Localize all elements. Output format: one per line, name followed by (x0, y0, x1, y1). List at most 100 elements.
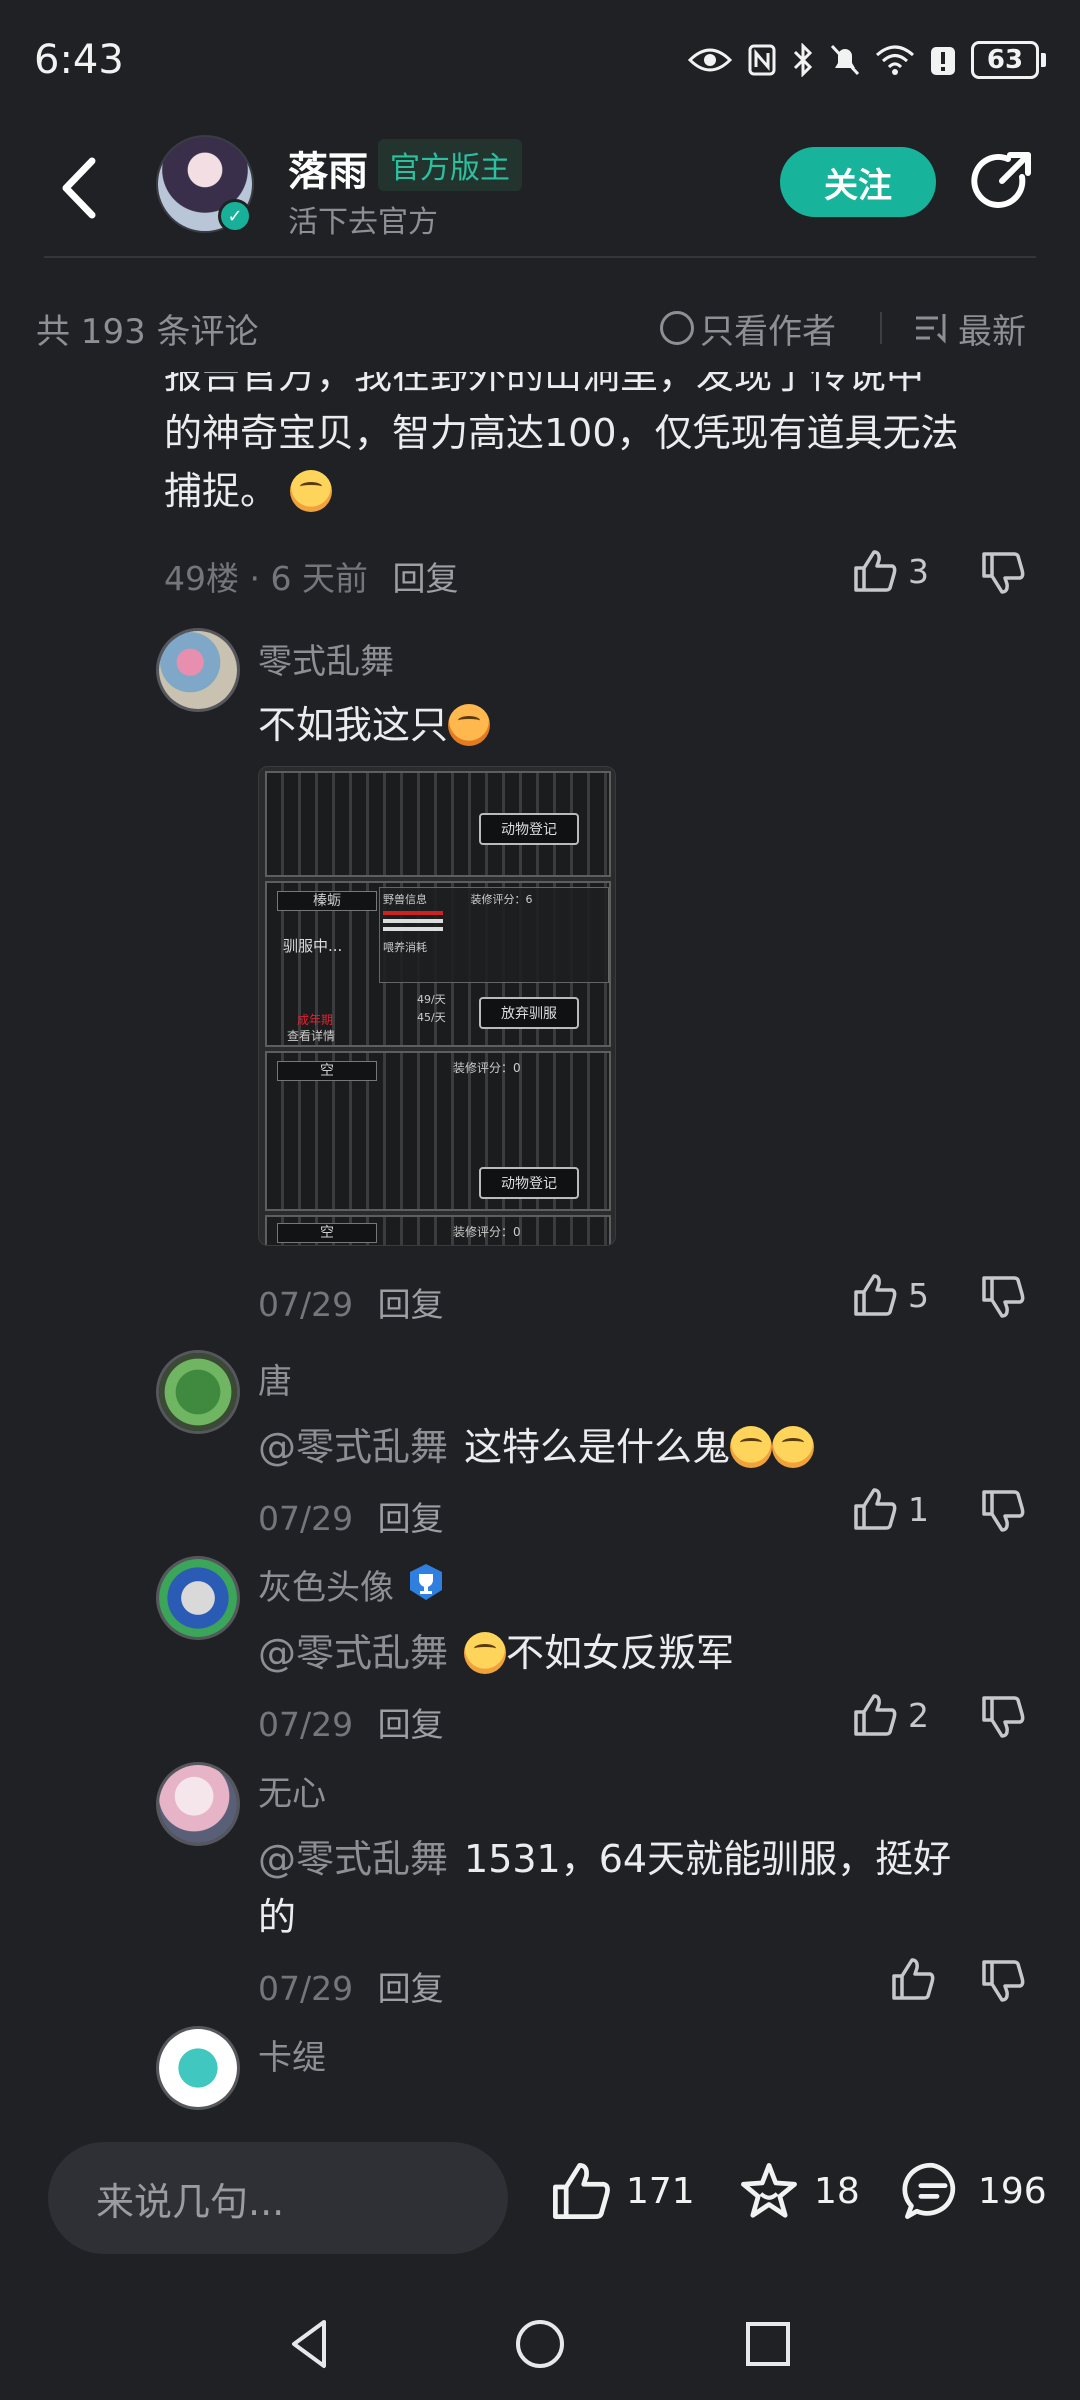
mention[interactable]: @零式乱舞 (258, 1425, 448, 1469)
like-count: 1 (908, 1489, 929, 1529)
wifi-icon (876, 45, 914, 75)
image-label: 野兽信息 (383, 893, 427, 906)
reply-text: @零式乱舞 不如女反叛军 (258, 1624, 1038, 1682)
like-button[interactable]: 2 (852, 1692, 929, 1738)
image-cage-2: 榛蛎 驯服中... 成年期 查看详情 野兽信息 装修评分：6 喂养消耗 49/天… (265, 881, 611, 1047)
reply-text: @零式乱舞 这特么是什么鬼 (258, 1418, 1038, 1476)
main-comment-line-1: 的神奇宝贝，智力高达100，仅凭现有道具无法 (164, 411, 959, 455)
image-label: 49/天 (417, 993, 446, 1006)
reply-avatar[interactable] (156, 2026, 240, 2110)
thumbs-down-icon[interactable] (980, 1488, 1026, 1534)
post-like-count: 171 (626, 2170, 695, 2212)
mute-bell-icon (830, 44, 860, 76)
reply-button[interactable]: 回复 (378, 1499, 444, 1538)
reply-author-name[interactable]: 卡缇 (258, 2030, 326, 2079)
nfc-icon (748, 44, 776, 76)
back-arrow-icon[interactable] (50, 153, 110, 223)
reply-button[interactable]: 回复 (378, 1285, 444, 1324)
like-button[interactable]: 1 (852, 1486, 929, 1532)
reply-date: 07/29 (258, 1705, 354, 1744)
comment-button[interactable]: 196 (900, 2160, 1047, 2222)
reply-button[interactable]: 回复 (378, 1969, 444, 2008)
post-header: ✓ 落雨 官方版主 活下去官方 关注 (0, 125, 1080, 255)
floor-number: 49楼 (164, 559, 239, 598)
mention[interactable]: @零式乱舞 (258, 1631, 448, 1675)
game-screenshot-image[interactable]: 动物登记 榛蛎 驯服中... 成年期 查看详情 野兽信息 装修评分：6 喂养消耗… (258, 766, 616, 1246)
main-comment-line-partial: 报告官方，我在野外的山洞里，发现了传说中 (164, 372, 925, 397)
thumbs-up-icon (854, 550, 897, 592)
like-button[interactable]: 5 (852, 1272, 929, 1318)
image-label: 榛蛎 (277, 891, 377, 911)
reply-author-name[interactable]: 零式乱舞 (258, 634, 394, 683)
comment-input[interactable]: 来说几句... (48, 2142, 508, 2254)
reply-date: 07/29 (258, 1969, 354, 2008)
thumbs-up-icon (553, 2163, 610, 2219)
image-label: 装修评分：0 (453, 1225, 521, 1239)
reply-button[interactable]: 回复 (392, 559, 458, 598)
sort-latest-button[interactable]: 最新 (914, 304, 1026, 353)
reply-text-content: 不如女反叛军 (506, 1631, 735, 1675)
main-comment-line-2: 捕捉。 (164, 462, 1044, 520)
like-button[interactable] (890, 1956, 936, 2002)
hug-emoji-icon (448, 704, 491, 746)
comment-feed[interactable]: 报告官方，我在野外的山洞里，发现了传说中 的神奇宝贝，智力高达100，仅凭现有道… (0, 372, 1080, 2110)
like-button[interactable]: 3 (852, 548, 929, 594)
reply-text-line-2: 的 (258, 1895, 297, 1939)
nav-recents-icon[interactable] (738, 2314, 798, 2374)
favorite-button[interactable]: 18 (736, 2160, 860, 2222)
star-icon (741, 2163, 797, 2218)
image-label: 放弃驯服 (479, 997, 579, 1029)
comment-bubble-icon (902, 2162, 956, 2219)
reply-author-name[interactable]: 唐 (258, 1354, 292, 1403)
official-moderator-badge: 官方版主 (378, 139, 522, 191)
reply-text: 不如我这只 (258, 696, 1038, 754)
image-label: 驯服中... (283, 937, 343, 955)
nav-home-icon[interactable] (510, 2314, 570, 2374)
reply-text: @零式乱舞 1531，64天就能驯服，挺好 的 (258, 1830, 1038, 1946)
verified-icon: ✓ (218, 199, 252, 233)
smirk-emoji-icon (464, 1632, 507, 1674)
thumbs-down-icon[interactable] (980, 1274, 1026, 1320)
author-subtitle: 活下去官方 (288, 205, 438, 240)
share-icon[interactable] (970, 149, 1036, 215)
thumbs-up-icon (892, 1958, 935, 2000)
reply-author-name[interactable]: 灰色头像 (258, 1560, 394, 1609)
comment-time: · 6 天前 (249, 559, 368, 598)
reply-text-content: 不如我这只 (258, 703, 449, 747)
like-count: 2 (908, 1695, 929, 1735)
reply-button[interactable]: 回复 (378, 1705, 444, 1744)
comment-total: 196 (978, 2170, 1047, 2212)
image-cage-3: 空 装修评分：0 动物登记 (265, 1051, 611, 1211)
follow-button[interactable]: 关注 (780, 147, 936, 217)
radio-circle-icon (660, 311, 694, 345)
reply-avatar[interactable] (156, 1350, 240, 1434)
bluetooth-icon (793, 43, 813, 77)
thumbs-down-icon[interactable] (980, 1958, 1026, 2004)
reply-avatar[interactable] (156, 628, 240, 712)
main-comment-line-2-text: 捕捉。 (164, 469, 279, 513)
image-label: 动物登记 (479, 1167, 579, 1199)
reply-meta: 07/29 回复 (258, 1492, 444, 1540)
image-cage-4: 空 装修评分：0 (265, 1215, 611, 1245)
system-nav-bar (0, 2290, 1080, 2400)
image-label: 查看详情 (287, 1029, 336, 1043)
author-name[interactable]: 落雨 (288, 139, 368, 197)
mention[interactable]: @零式乱舞 (258, 1837, 448, 1881)
comment-filter-bar: 共 193 条评论 只看作者 最新 (0, 290, 1080, 366)
reply-avatar[interactable] (156, 1556, 240, 1640)
post-like-button[interactable]: 171 (548, 2160, 695, 2222)
thumbs-down-icon[interactable] (980, 550, 1026, 596)
header-divider (44, 256, 1036, 258)
smirk-emoji-icon (290, 470, 333, 512)
reply-avatar[interactable] (156, 1762, 240, 1846)
reply-date: 07/29 (258, 1285, 354, 1324)
image-info-panel: 野兽信息 装修评分：6 喂养消耗 (379, 887, 609, 983)
author-only-toggle[interactable]: 只看作者 (660, 304, 836, 353)
status-bar: 6:43 63 (0, 0, 1080, 120)
image-label: 喂养消耗 (383, 941, 427, 954)
author-only-label: 只看作者 (700, 311, 836, 352)
reply-author-name[interactable]: 无心 (258, 1766, 326, 1815)
alert-icon (931, 47, 955, 75)
thumbs-down-icon[interactable] (980, 1694, 1026, 1740)
nav-back-icon[interactable] (280, 2314, 340, 2374)
